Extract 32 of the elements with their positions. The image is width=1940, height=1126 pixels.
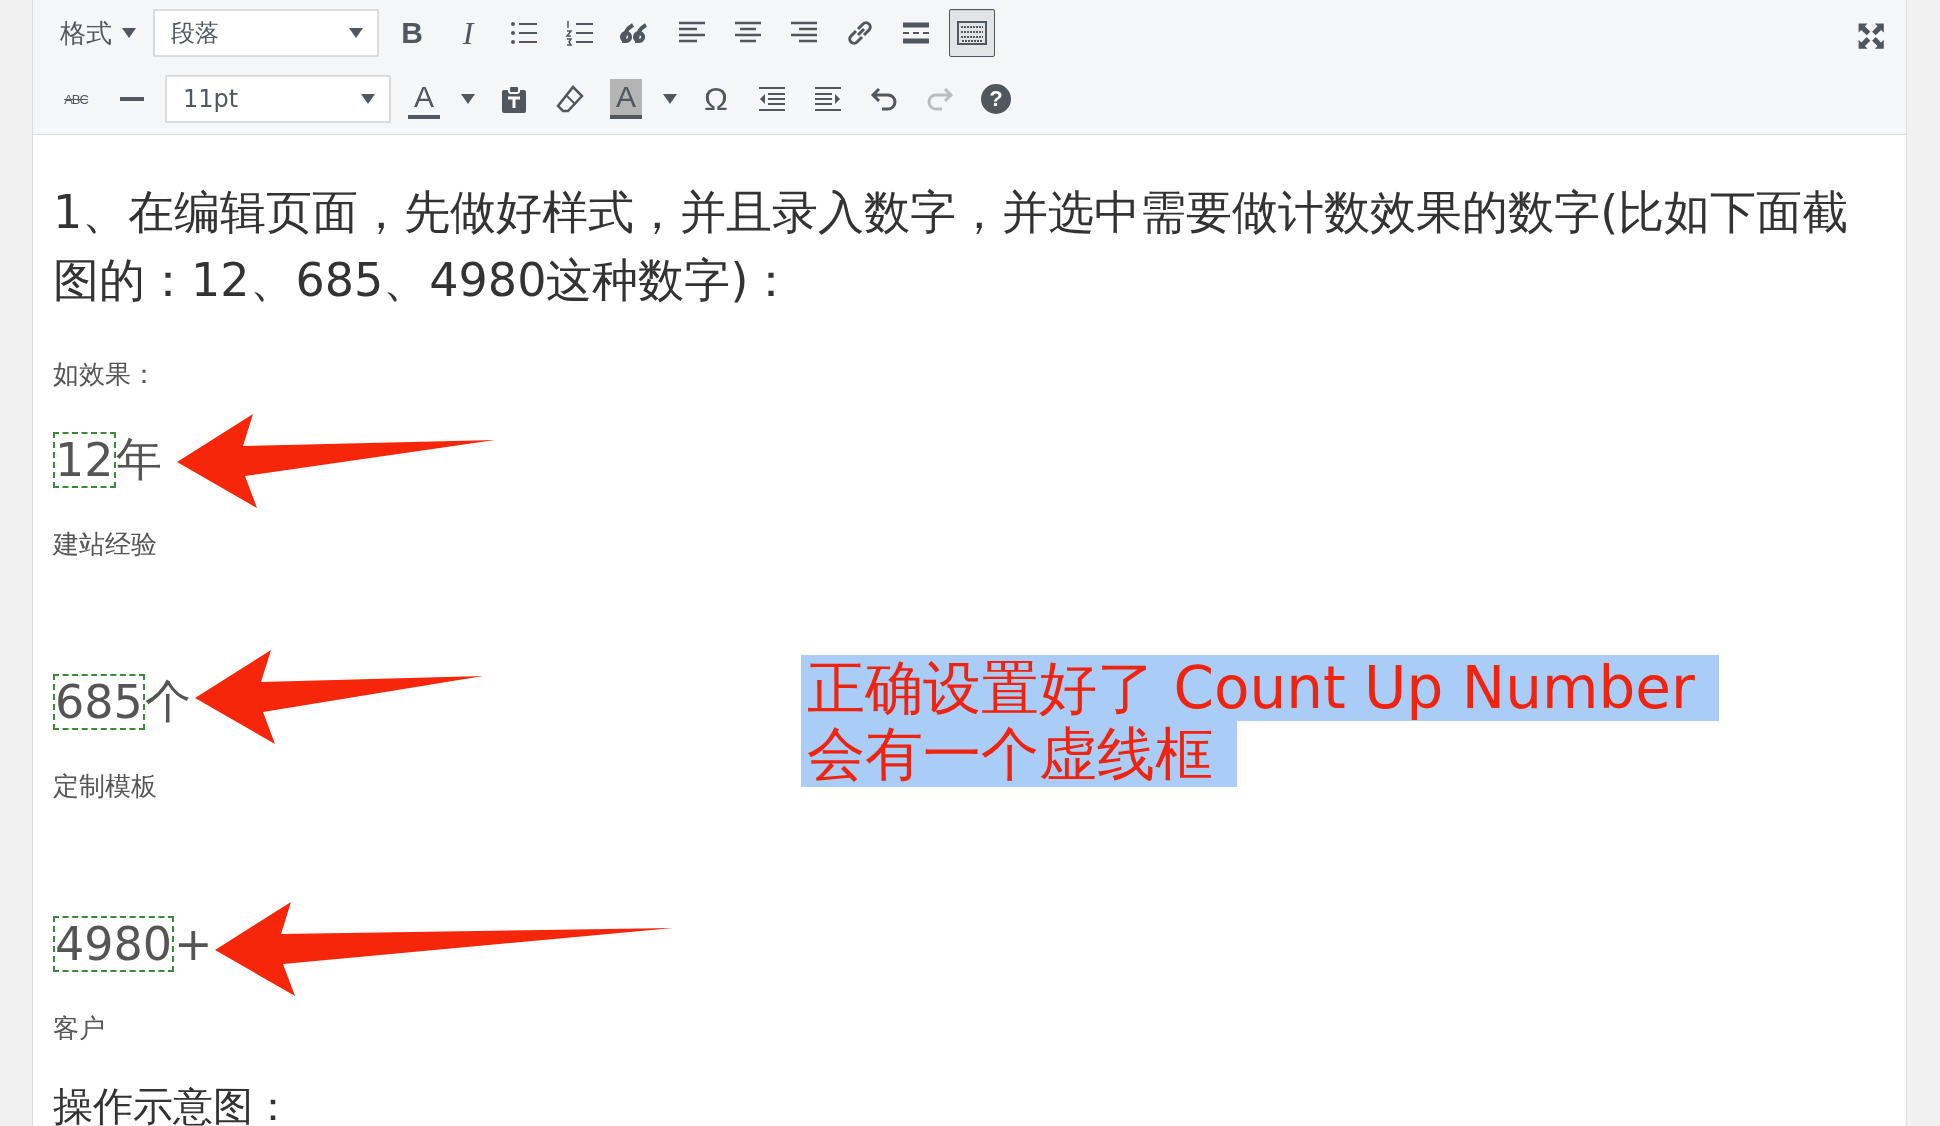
toolbar-toggle-button[interactable] (949, 9, 995, 57)
annotation-text: 会有一个虚线框 (801, 721, 1237, 787)
italic-button[interactable]: I (445, 9, 491, 57)
strikethrough-button[interactable]: ABC (53, 75, 99, 123)
special-character-button[interactable]: Ω (693, 75, 739, 123)
annotation-text: 正确设置好了 Count Up Number (801, 655, 1719, 721)
paragraph-text: 1、在编辑页面，先做好样式，并且录入数字，并选中需要做计数效果的数字(比如下面截图的：12、685、4980这种数字)： (53, 184, 1850, 309)
select-value: 段落 (171, 18, 219, 49)
counter-suffix: 个 (144, 673, 191, 730)
caret-icon (361, 94, 375, 104)
caret-icon (461, 94, 475, 104)
bold-button[interactable]: B (389, 9, 435, 57)
caption-text: 如效果： (53, 358, 158, 391)
caption-text: 定制模板 (53, 770, 158, 803)
format-menu[interactable]: 格式 (53, 9, 143, 57)
select-value: 11pt (183, 85, 239, 113)
help-button[interactable]: ? (973, 75, 1019, 123)
section-heading: 操作示意图： (53, 1086, 294, 1126)
counter-number: 685 (53, 674, 145, 730)
text-color-button[interactable]: A (401, 75, 447, 123)
caret-icon (663, 94, 677, 104)
caret-icon (349, 28, 363, 38)
caret-icon (122, 28, 136, 38)
dropdown-select[interactable]: 段落 (153, 9, 379, 57)
counter-suffix: + (174, 917, 213, 971)
counter-suffix: 年 (115, 431, 162, 488)
eraser-icon (554, 83, 586, 115)
caption-text: 客户 (53, 1012, 106, 1045)
caption-text: 建站经验 (53, 528, 158, 561)
counter-number: 4980 (53, 916, 175, 972)
counter-number: 12 (53, 432, 116, 488)
dropdown-select[interactable]: 11pt (165, 75, 391, 123)
